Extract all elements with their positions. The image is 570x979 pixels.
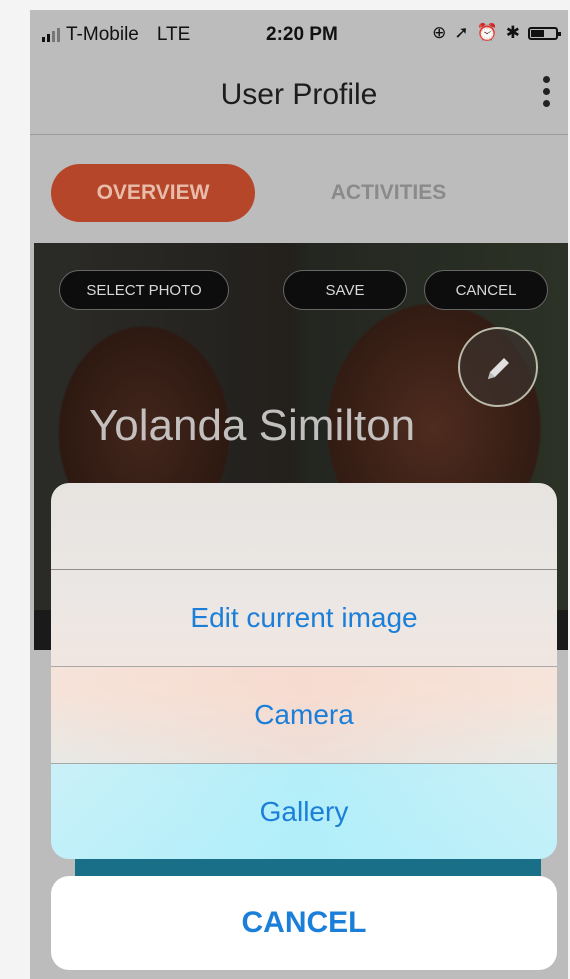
gallery-option[interactable]: Gallery <box>51 764 557 859</box>
pencil-icon <box>488 358 509 379</box>
app-header: User Profile <box>30 62 568 135</box>
network-label: LTE <box>156 24 191 45</box>
edit-button[interactable] <box>458 327 538 407</box>
carrier-label: T-Mobile <box>66 24 139 45</box>
action-sheet-header <box>51 483 557 570</box>
save-button[interactable]: SAVE <box>283 270 407 310</box>
bluetooth-icon: ✱ <box>505 23 520 42</box>
tab-overview[interactable]: OVERVIEW <box>51 164 255 222</box>
edit-current-image-option[interactable]: Edit current image <box>51 570 557 667</box>
tab-activities[interactable]: ACTIVITIES <box>280 164 497 222</box>
camera-option[interactable]: Camera <box>51 667 557 764</box>
battery-icon <box>528 26 561 40</box>
location-icon: ➚ <box>454 23 469 42</box>
rotation-lock-icon: ⊕ <box>432 23 447 42</box>
action-sheet: Edit current image Camera Gallery <box>51 483 557 859</box>
alarm-icon: ⏰ <box>476 23 498 42</box>
more-menu-icon[interactable] <box>543 76 550 107</box>
page-title: User Profile <box>220 78 378 111</box>
phone-screen: T-Mobile LTE 2:20 PM ⊕ ➚ ⏰ ✱ User Profil… <box>30 10 568 979</box>
cancel-photo-button[interactable]: CANCEL <box>424 270 548 310</box>
status-bar: T-Mobile LTE 2:20 PM ⊕ ➚ ⏰ ✱ <box>30 10 568 62</box>
profile-name: Yolanda Similton <box>89 401 416 450</box>
clock: 2:20 PM <box>266 24 338 45</box>
action-sheet-cancel-button[interactable]: CANCEL <box>51 876 557 970</box>
select-photo-button[interactable]: SELECT PHOTO <box>59 270 229 310</box>
signal-icon <box>42 28 60 42</box>
